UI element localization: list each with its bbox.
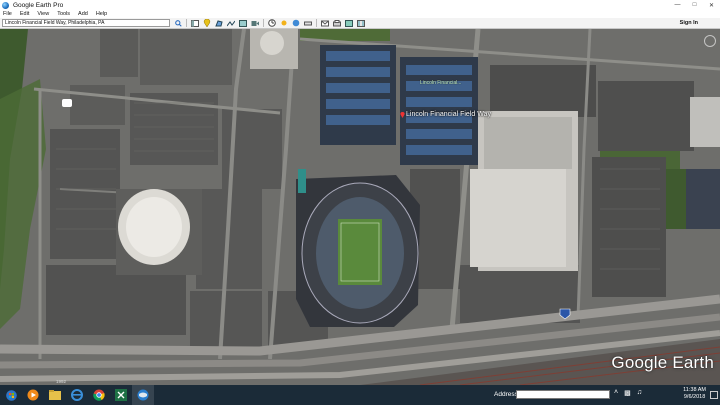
action-center-icon[interactable] [710, 391, 718, 399]
taskbar-media-player-icon[interactable] [22, 385, 44, 405]
toolbar-separator [316, 19, 317, 27]
taskbar-google-earth-icon[interactable] [132, 385, 154, 405]
network-icon[interactable]: ▩ [624, 389, 631, 397]
planets-icon[interactable] [291, 19, 300, 27]
show-hidden-icons-icon[interactable]: ˄ [614, 389, 618, 397]
hide-sidebar-icon[interactable] [190, 19, 199, 27]
view-in-maps-icon[interactable] [356, 19, 365, 27]
search-input[interactable]: Lincoln Financial Field Way, Philadelphi… [2, 19, 170, 27]
title-bar: Google Earth Pro — □ ✕ [0, 0, 720, 10]
place-pin-icon [400, 111, 405, 118]
menu-view[interactable]: View [37, 11, 49, 17]
menu-help[interactable]: Help [96, 11, 107, 17]
address-toolbar-input[interactable] [516, 390, 610, 399]
ruler-icon[interactable] [303, 19, 312, 27]
polygon-icon[interactable] [214, 19, 223, 27]
minimize-button[interactable]: — [669, 0, 686, 10]
toolbar-separator [186, 19, 187, 27]
menu-bar: File Edit View Tools Add Help [0, 10, 720, 18]
place-label-text: Lincoln Financial Field Way [406, 111, 491, 118]
email-icon[interactable] [320, 19, 329, 27]
taskbar-internet-explorer-icon[interactable] [66, 385, 88, 405]
start-button[interactable] [0, 385, 22, 405]
sign-in-link[interactable]: Sign In [680, 20, 698, 26]
satellite-imagery [0, 29, 720, 385]
save-image-icon[interactable] [344, 19, 353, 27]
street-label: Lincoln Financial... [420, 80, 462, 86]
print-icon[interactable] [332, 19, 341, 27]
taskbar-file-explorer-icon[interactable] [44, 385, 66, 405]
menu-tools[interactable]: Tools [57, 11, 70, 17]
address-toolbar-label: Address [494, 391, 518, 398]
taskbar-excel-icon[interactable] [110, 385, 132, 405]
taskbar-chrome-icon[interactable] [88, 385, 110, 405]
close-button[interactable]: ✕ [703, 0, 720, 10]
taskbar-clock[interactable]: 11:38 AM 9/6/2018 [683, 387, 706, 401]
map-view[interactable]: Lincoln Financial... Lincoln Financial F… [0, 29, 720, 385]
toolbar-separator [263, 19, 264, 27]
system-tray: ˄ ▩ ♫ [614, 389, 648, 397]
place-label[interactable]: Lincoln Financial Field Way [400, 111, 491, 118]
historical-imagery-icon[interactable] [267, 19, 276, 27]
maximize-button[interactable]: □ [686, 0, 703, 10]
image-overlay-icon[interactable] [238, 19, 247, 27]
menu-edit[interactable]: Edit [20, 11, 29, 17]
clock-date: 9/6/2018 [683, 394, 706, 400]
placemark-icon[interactable] [202, 19, 211, 27]
record-tour-icon[interactable] [250, 19, 259, 27]
google-earth-app-icon [2, 1, 9, 9]
menu-file[interactable]: File [3, 11, 12, 17]
navigation-compass-icon[interactable] [704, 35, 716, 47]
windows-taskbar: Address ˄ ▩ ♫ 11:38 AM 9/6/2018 [0, 385, 720, 405]
search-icon[interactable] [174, 19, 182, 27]
path-icon[interactable] [226, 19, 235, 27]
windows-logo-icon [5, 389, 17, 401]
google-earth-watermark: Google Earth [611, 353, 714, 372]
imagery-date: 1992 [56, 379, 67, 384]
volume-icon[interactable]: ♫ [637, 389, 642, 397]
sunlight-icon[interactable] [279, 19, 288, 27]
window-controls: — □ ✕ [669, 0, 720, 10]
menu-add[interactable]: Add [78, 11, 88, 17]
window-title: Google Earth Pro [13, 1, 64, 9]
toolbar: Lincoln Financial Field Way, Philadelphi… [0, 18, 720, 29]
clock-time: 11:38 AM [683, 387, 706, 393]
